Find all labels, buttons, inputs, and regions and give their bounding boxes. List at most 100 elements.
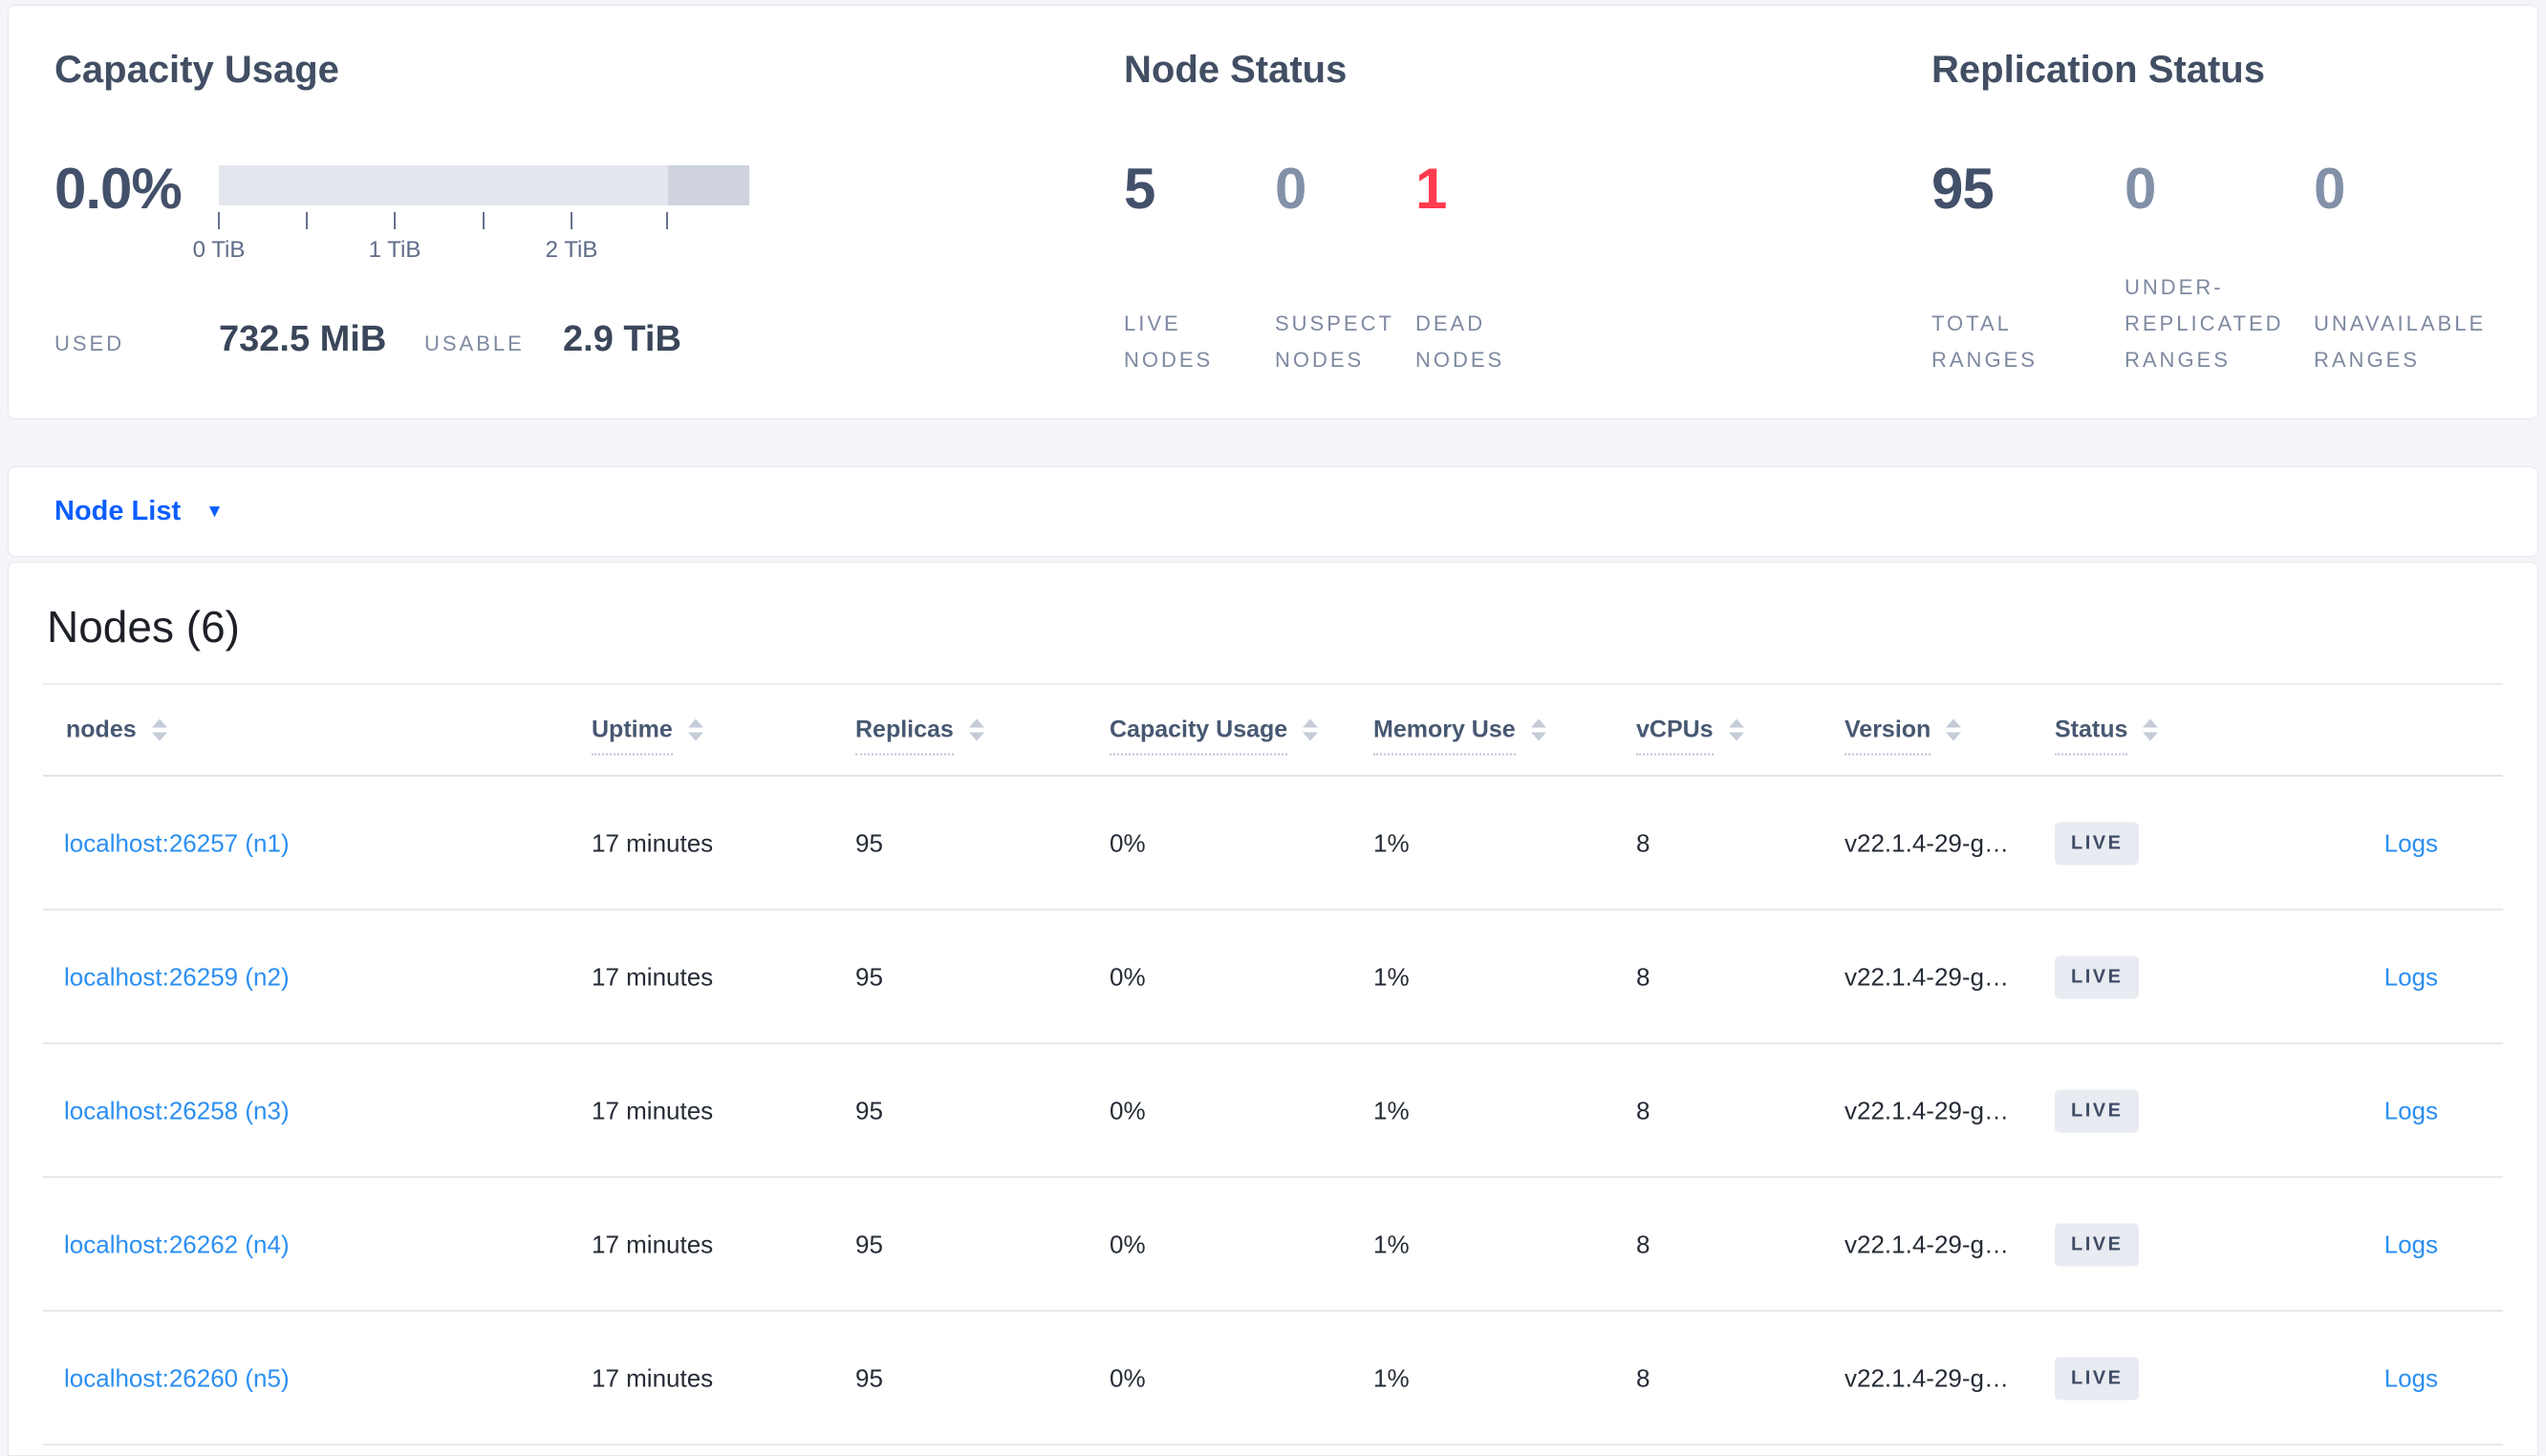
unavailable-ranges-stat: 0 UNAVAILABLE RANGES — [2314, 155, 2538, 378]
dead-nodes-value: 1 — [1415, 157, 1447, 221]
nodes-heading: Nodes (6) — [47, 602, 240, 652]
sort-icon[interactable] — [1303, 718, 1319, 741]
logs-link[interactable]: Logs — [2384, 963, 2438, 993]
used-label: USED — [54, 332, 125, 355]
uptime-cell: 17 minutes — [592, 828, 714, 858]
version-cell: v22.1.4-29-g… — [1845, 1096, 2009, 1125]
axis-tick — [218, 212, 220, 229]
usable-value: 2.9 TiB — [563, 319, 681, 359]
capacity-axis-ticks — [218, 212, 749, 229]
logs-link[interactable]: Logs — [2384, 1364, 2438, 1394]
unavailable-label: UNAVAILABLE RANGES — [2314, 311, 2487, 372]
node-link[interactable]: localhost:26258 (n3) — [64, 1097, 290, 1126]
capacity-bar-dark-segment — [668, 165, 749, 205]
status-badge: LIVE — [2055, 822, 2140, 866]
usable-label: USABLE — [424, 332, 525, 355]
total-ranges-value: 95 — [1931, 157, 1995, 221]
nodes-table-card: Nodes (6) nodes Uptime Replicas Capacity… — [8, 562, 2538, 1456]
version-cell: v22.1.4-29-g… — [1845, 828, 2009, 858]
replication-status-title: Replication Status — [1931, 49, 2265, 91]
node-link[interactable]: localhost:26257 (n1) — [64, 829, 290, 859]
sort-icon[interactable] — [687, 718, 703, 741]
node-link[interactable]: localhost:26260 (n5) — [64, 1364, 290, 1394]
node-link[interactable]: localhost:26262 (n4) — [64, 1231, 290, 1260]
status-cell: LIVE — [2055, 955, 2140, 999]
sort-icon[interactable] — [1530, 718, 1546, 741]
status-cell: LIVE — [2055, 822, 2140, 866]
logs-link[interactable]: Logs — [2384, 1231, 2438, 1260]
under-replicated-ranges-stat: 0 UNDER-REPLICATED RANGES — [2125, 155, 2311, 378]
used-value: 732.5 MiB — [219, 319, 387, 359]
uptime-cell: 17 minutes — [592, 1230, 714, 1259]
node-link[interactable]: localhost:26259 (n2) — [64, 963, 290, 993]
logs-link[interactable]: Logs — [2384, 829, 2438, 859]
sort-icon[interactable] — [1946, 718, 1962, 741]
replicas-cell: 95 — [855, 1230, 883, 1259]
capacity-usage-title: Capacity Usage — [54, 49, 339, 91]
table-row: localhost:26260 (n5) 17 minutes 95 0% 1%… — [9, 1312, 2537, 1445]
logs-link[interactable]: Logs — [2384, 1097, 2438, 1126]
version-cell: v22.1.4-29-g… — [1845, 1230, 2009, 1259]
column-header-replicas[interactable]: Replicas — [855, 717, 984, 756]
capacity-cell: 0% — [1110, 828, 1146, 858]
axis-tick — [571, 212, 572, 229]
node-list-dropdown[interactable]: Node List ▼ — [54, 496, 224, 527]
status-badge: LIVE — [2055, 1089, 2140, 1133]
capacity-cell: 0% — [1110, 1363, 1146, 1393]
table-header-row: nodes Uptime Replicas Capacity Usage Mem… — [9, 685, 2537, 775]
under-replicated-value: 0 — [2125, 157, 2156, 221]
replicas-cell: 95 — [855, 828, 883, 858]
capacity-usage-summary: USED 732.5 MiB USABLE 2.9 TiB — [54, 319, 681, 360]
sort-icon[interactable] — [2143, 718, 2159, 741]
status-badge: LIVE — [2055, 955, 2140, 999]
column-header-status[interactable]: Status — [2055, 717, 2159, 756]
replicas-cell: 95 — [855, 962, 883, 992]
vcpus-cell: 8 — [1636, 1230, 1651, 1259]
capacity-cell: 0% — [1110, 962, 1146, 992]
uptime-cell: 17 minutes — [592, 1363, 714, 1393]
sort-icon[interactable] — [151, 718, 167, 741]
table-row: localhost:26262 (n4) 17 minutes 95 0% 1%… — [9, 1178, 2537, 1312]
dead-nodes-label: DEAD NODES — [1415, 311, 1505, 372]
replicas-cell: 95 — [855, 1096, 883, 1125]
table-row: localhost:26258 (n3) 17 minutes 95 0% 1%… — [9, 1044, 2537, 1178]
replicas-cell: 95 — [855, 1363, 883, 1393]
suspect-nodes-label: SUSPECT NODES — [1275, 311, 1394, 372]
sort-icon[interactable] — [968, 718, 984, 741]
chevron-down-icon: ▼ — [205, 501, 224, 522]
under-replicated-label: UNDER-REPLICATED RANGES — [2125, 275, 2284, 372]
memory-cell: 1% — [1373, 1230, 1410, 1259]
live-nodes-value: 5 — [1124, 157, 1155, 221]
uptime-cell: 17 minutes — [592, 962, 714, 992]
column-header-capacity-usage[interactable]: Capacity Usage — [1110, 717, 1319, 756]
column-header-memory-use[interactable]: Memory Use — [1373, 717, 1546, 756]
table-row: localhost:26259 (n2) 17 minutes 95 0% 1%… — [9, 910, 2537, 1044]
table-row: localhost:26257 (n1) 17 minutes 95 0% 1%… — [9, 777, 2537, 910]
column-header-nodes[interactable]: nodes — [66, 717, 167, 744]
sort-icon[interactable] — [1728, 718, 1744, 741]
memory-cell: 1% — [1373, 1096, 1410, 1125]
axis-label: 0 TiB — [192, 237, 246, 263]
suspect-nodes-value: 0 — [1275, 157, 1306, 221]
version-cell: v22.1.4-29-g… — [1845, 1363, 2009, 1393]
vcpus-cell: 8 — [1636, 962, 1651, 992]
capacity-cell: 0% — [1110, 1096, 1146, 1125]
version-cell: v22.1.4-29-g… — [1845, 962, 2009, 992]
column-header-vcpus[interactable]: vCPUs — [1636, 717, 1744, 756]
status-badge: LIVE — [2055, 1357, 2140, 1401]
live-nodes-stat: 5 LIVE NODES — [1124, 155, 1258, 378]
capacity-bar — [219, 165, 749, 205]
total-ranges-stat: 95 TOTAL RANGES — [1931, 155, 2113, 378]
status-cell: LIVE — [2055, 1089, 2140, 1133]
axis-tick — [394, 212, 396, 229]
status-badge: LIVE — [2055, 1223, 2140, 1267]
capacity-percent: 0.0% — [54, 157, 183, 221]
axis-label: 2 TiB — [545, 237, 598, 263]
suspect-nodes-stat: 0 SUSPECT NODES — [1275, 155, 1409, 378]
dead-nodes-stat: 1 DEAD NODES — [1415, 155, 1549, 378]
column-header-version[interactable]: Version — [1845, 717, 1962, 756]
memory-cell: 1% — [1373, 828, 1410, 858]
column-header-uptime[interactable]: Uptime — [592, 717, 703, 756]
memory-cell: 1% — [1373, 962, 1410, 992]
capacity-cell: 0% — [1110, 1230, 1146, 1259]
